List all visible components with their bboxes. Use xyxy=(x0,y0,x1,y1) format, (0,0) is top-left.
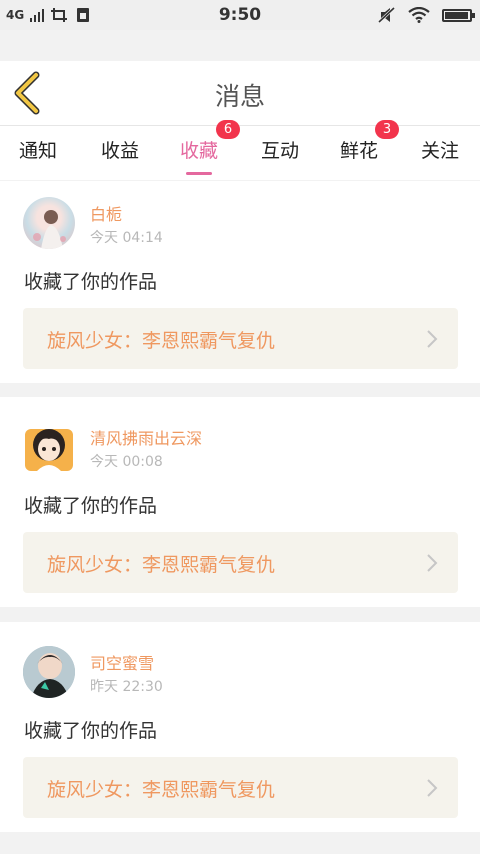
tab-interactions[interactable]: 互动 xyxy=(261,136,299,163)
work-title: 旋风少女：李恩熙霸气复仇 xyxy=(47,330,276,352)
tab-favorites-badge: 6 xyxy=(216,120,240,139)
chevron-right-icon xyxy=(427,779,438,797)
message-action: 收藏了你的作品 xyxy=(24,720,158,742)
tab-label: 鲜花 xyxy=(340,140,379,162)
header: 消息 xyxy=(0,61,480,126)
battery-level xyxy=(445,11,468,19)
work-link[interactable]: 旋风少女：李恩熙霸气复仇 xyxy=(23,532,458,593)
message-time: 今天 00:08 xyxy=(90,454,163,470)
avatar[interactable] xyxy=(23,421,75,473)
message-action: 收藏了你的作品 xyxy=(24,495,158,517)
avatar[interactable] xyxy=(23,197,75,249)
username[interactable]: 白栀 xyxy=(90,201,122,225)
work-title: 旋风少女：李恩熙霸气复仇 xyxy=(47,554,276,576)
tab-favorites[interactable]: 收藏 xyxy=(180,136,219,175)
work-link[interactable]: 旋风少女：李恩熙霸气复仇 xyxy=(23,308,458,369)
battery-icon xyxy=(442,8,475,22)
status-bar: 4G 9:50 xyxy=(0,0,480,30)
tab-earnings[interactable]: 收益 xyxy=(101,136,139,163)
username[interactable]: 清风拂雨出云深 xyxy=(90,425,202,449)
page-title: 消息 xyxy=(214,82,265,111)
active-tab-indicator xyxy=(186,172,212,175)
tab-flowers[interactable]: 鲜花 xyxy=(340,136,378,163)
message-time: 今天 04:14 xyxy=(90,230,163,246)
avatar-image xyxy=(25,429,73,471)
tab-label: 关注 xyxy=(421,140,460,162)
status-right xyxy=(378,6,475,24)
tab-label: 收益 xyxy=(101,140,140,162)
tab-label: 收藏 xyxy=(180,140,219,162)
message-action: 收藏了你的作品 xyxy=(24,271,158,293)
tab-notifications[interactable]: 通知 xyxy=(19,136,57,163)
tab-flowers-badge: 3 xyxy=(375,120,399,139)
tab-label: 互动 xyxy=(261,140,300,162)
message-card: 清风拂雨出云深 今天 00:08 收藏了你的作品 旋风少女：李恩熙霸气复仇 xyxy=(0,397,480,607)
tab-following[interactable]: 关注 xyxy=(421,136,459,163)
work-link[interactable]: 旋风少女：李恩熙霸气复仇 xyxy=(23,757,458,818)
mute-icon xyxy=(378,7,396,23)
message-card: 司空蜜雪 昨天 22:30 收藏了你的作品 旋风少女：李恩熙霸气复仇 xyxy=(0,622,480,832)
message-time: 昨天 22:30 xyxy=(90,679,163,695)
chevron-right-icon xyxy=(427,554,438,572)
message-card: 白栀 今天 04:14 收藏了你的作品 旋风少女：李恩熙霸气复仇 xyxy=(0,181,480,383)
avatar[interactable] xyxy=(23,646,75,698)
tab-label: 通知 xyxy=(19,140,58,162)
work-title: 旋风少女：李恩熙霸气复仇 xyxy=(47,779,276,801)
avatar-image xyxy=(23,646,75,698)
wifi-icon xyxy=(408,7,430,23)
tab-bar: 通知 收益 收藏 6 互动 鲜花 3 关注 xyxy=(0,120,480,180)
chevron-right-icon xyxy=(427,330,438,348)
username[interactable]: 司空蜜雪 xyxy=(90,650,154,674)
avatar-image xyxy=(33,210,66,249)
